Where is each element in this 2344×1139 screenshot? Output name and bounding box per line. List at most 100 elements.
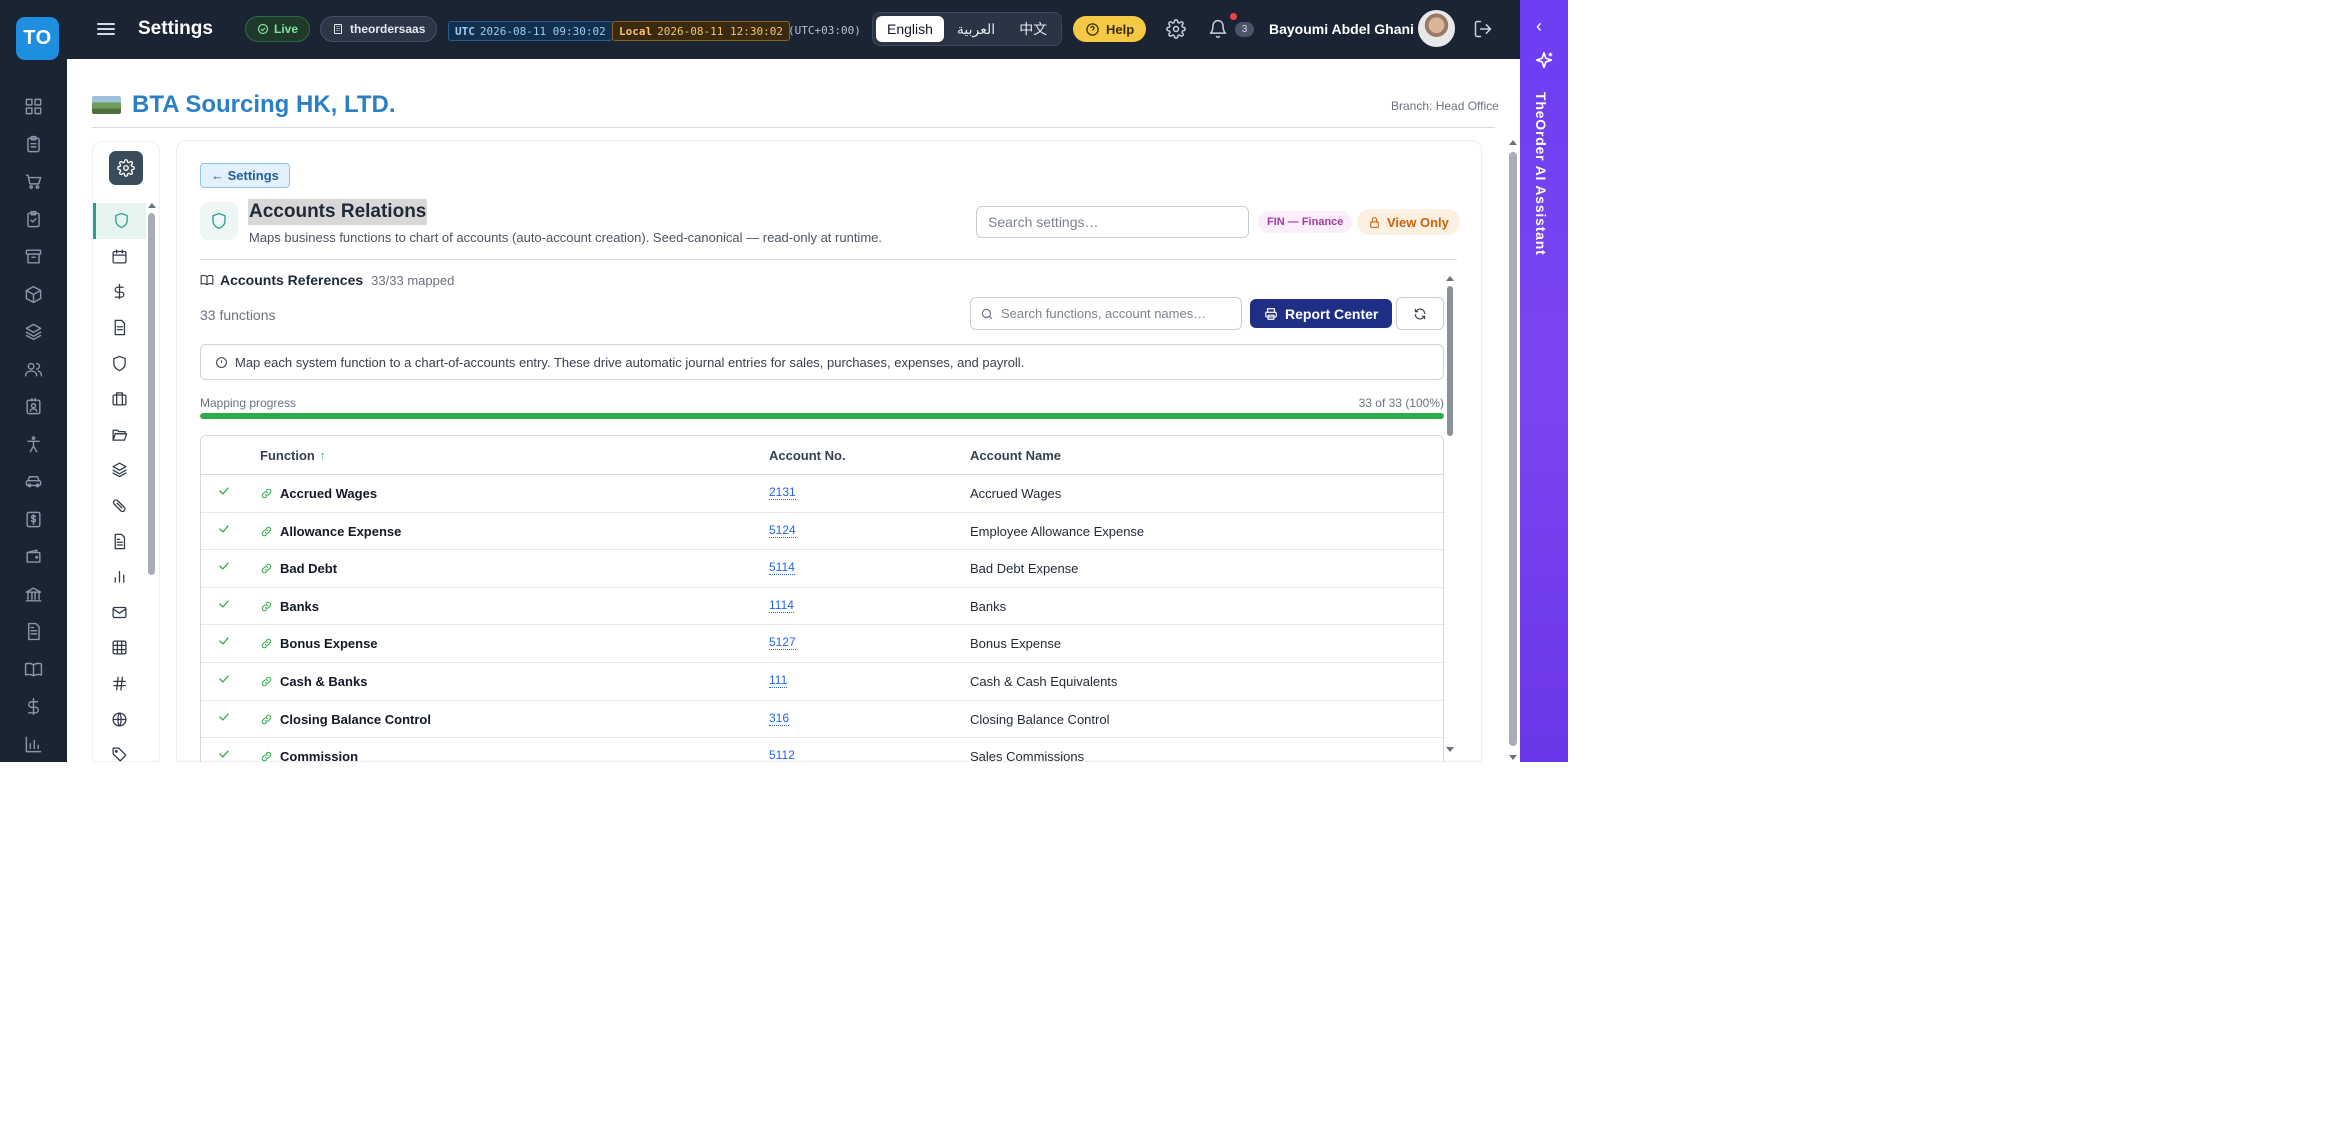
archive-icon[interactable] [0,238,67,276]
tenant-badge[interactable]: theordersaas [320,16,438,42]
account-number-link[interactable]: 5127 [769,636,796,651]
bank-icon[interactable] [0,576,67,614]
language-option-english[interactable]: English [876,16,944,42]
account-number-link[interactable]: 111 [769,673,788,688]
menu-scrollbar[interactable] [148,203,156,762]
menu-item-email[interactable] [93,595,146,631]
function-name: Accrued Wages [280,486,378,501]
menu-item-business[interactable] [93,381,146,417]
function-cell: Cash & Banks [260,674,367,689]
file-text-icon [114,533,126,549]
table-row[interactable]: Bonus Expense 5127 Bonus Expense [201,625,1443,663]
gear-icon [117,159,135,177]
ai-assistant-panel[interactable]: ‹ TheOrder AI Assistant [1520,0,1568,762]
column-function[interactable]: Function ↑ [260,448,325,463]
page-scrollbar[interactable] [1508,140,1518,762]
document-icon[interactable] [0,613,67,651]
menu-item-tags[interactable] [93,737,146,773]
account-number-link[interactable]: 1114 [769,598,794,613]
mapped-check-icon [217,522,231,539]
dollar-card-icon[interactable] [0,501,67,539]
table-row[interactable]: Cash & Banks 111 Cash & Cash Equivalents [201,663,1443,701]
account-number-link[interactable]: 5114 [769,561,795,576]
cart-icon[interactable] [0,163,67,201]
mapped-check-icon [217,747,231,762]
settings-search-input[interactable] [976,206,1249,238]
content-scrollbar[interactable] [1446,276,1454,752]
settings-home-button[interactable] [109,151,143,185]
language-option-chinese[interactable]: 中文 [1008,16,1058,42]
shield-outline-icon [113,355,126,371]
table-header: Function ↑ Account No. Account Name [201,436,1443,475]
info-text: Map each system function to a chart-of-a… [235,354,1025,370]
account-name: Banks [970,598,1007,614]
page-title: Accounts Relations [248,199,428,225]
menu-item-security[interactable] [93,345,146,381]
menu-item-currency[interactable] [93,274,146,310]
app-logo[interactable]: TO [16,17,59,60]
module-badge: FIN — Finance [1258,211,1353,233]
account-number-link[interactable]: 5124 [769,523,796,538]
dollar-icon [114,284,125,300]
menu-item-tables[interactable] [93,630,146,666]
menu-item-analytics[interactable] [93,559,146,595]
menu-item-localization[interactable] [93,701,146,737]
logout-icon[interactable] [1473,19,1493,39]
wallet-icon[interactable] [0,538,67,576]
back-to-settings-button[interactable]: ← Settings [200,163,290,188]
table-row[interactable]: Banks 1114 Banks [201,588,1443,626]
accessibility-icon[interactable] [0,426,67,464]
utc-time: 2026-08-11 09:30:02 [479,24,606,38]
settings-gear-icon[interactable] [1166,19,1186,39]
help-button[interactable]: Help [1073,16,1147,42]
function-name: Bonus Expense [280,636,378,652]
report-center-button[interactable]: Report Center [1250,299,1393,328]
refresh-button[interactable] [1396,297,1444,330]
language-option-arabic[interactable]: العربية [946,16,1006,42]
table-row[interactable]: Commission 5112 Sales Commissions [201,738,1443,762]
dollar-icon[interactable] [0,688,67,726]
clipboard-icon[interactable] [0,126,67,164]
menu-toggle-icon[interactable] [97,20,115,38]
book-open-icon [200,275,214,286]
car-icon[interactable] [0,463,67,501]
avatar[interactable] [1418,10,1455,47]
header-divider [92,127,1495,128]
folder-open-icon [112,429,128,441]
table-row[interactable]: Allowance Expense 5124 Employee Allowance … [201,513,1443,551]
user-name[interactable]: Bayoumi Abdel Ghani [1269,21,1414,37]
menu-item-medical[interactable] [93,488,146,524]
menu-item-layers[interactable] [93,452,146,488]
function-search-input[interactable] [1001,306,1231,321]
column-account-name[interactable]: Account Name [970,448,1061,463]
function-name: Allowance Expense [280,523,402,539]
users-icon[interactable] [0,351,67,389]
function-name: Bad Debt [280,561,338,577]
table-row[interactable]: Bad Debt 5114 Bad Debt Expense [201,550,1443,588]
table-row[interactable]: Closing Balance Control 316 Closing Balanc… [201,701,1443,739]
menu-item-reports[interactable] [93,523,146,559]
book-icon[interactable] [0,651,67,689]
grid-icon [112,640,127,655]
layers-icon[interactable] [0,313,67,351]
mapped-check-icon [217,634,231,651]
menu-item-folders[interactable] [93,417,146,453]
bell-icon[interactable] [1208,19,1228,39]
menu-item-accounts-relations[interactable] [93,203,146,239]
chart-icon[interactable] [0,726,67,764]
menu-item-documents[interactable] [93,310,146,346]
id-card-icon[interactable] [0,388,67,426]
clipboard-check-icon[interactable] [0,201,67,239]
box-icon[interactable] [0,276,67,314]
menu-item-calendar[interactable] [93,239,146,275]
account-number-link[interactable]: 5112 [769,749,795,762]
account-number-link[interactable]: 2131 [769,486,796,500]
account-number-link[interactable]: 316 [769,711,790,726]
menu-item-numbering[interactable] [93,666,146,702]
chevron-left-icon[interactable]: ‹ [1536,16,1542,37]
function-name: Banks [280,598,320,614]
dashboard-icon[interactable] [0,88,67,126]
table-row[interactable]: Accrued Wages 2131 Accrued Wages [201,475,1443,513]
column-account-no[interactable]: Account No. [769,448,846,463]
mapping-progress-fill [200,413,1444,419]
